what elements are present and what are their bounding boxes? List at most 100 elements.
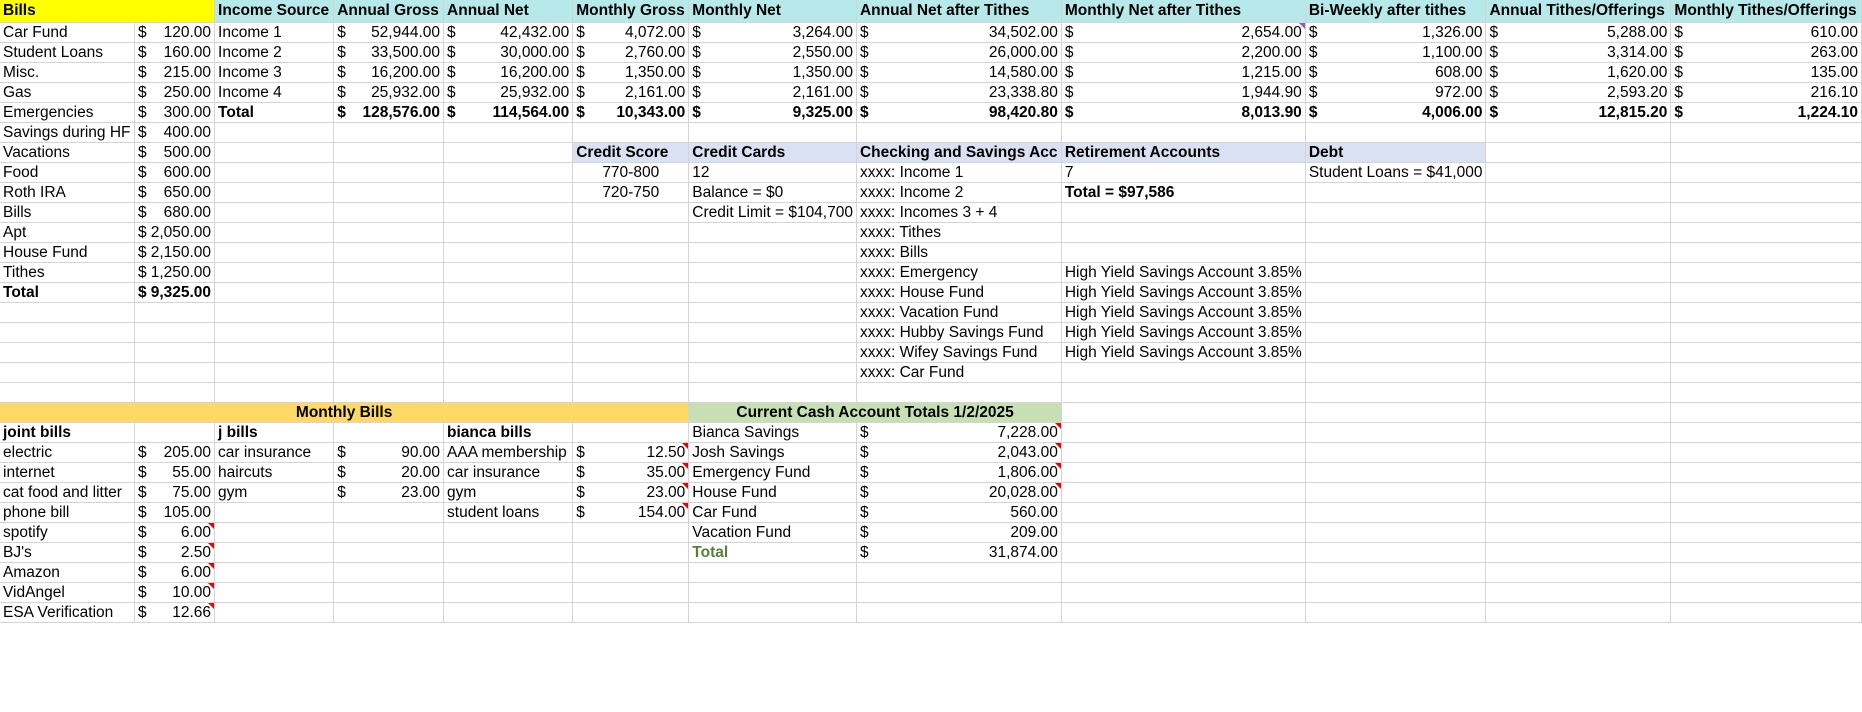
empty-cell[interactable]: [333, 562, 445, 583]
cash-totals-header[interactable]: Current Cash Account Totals 1/2/2025: [688, 402, 1062, 423]
empty-cell[interactable]: [1485, 122, 1672, 143]
empty-cell[interactable]: [572, 322, 690, 343]
empty-cell[interactable]: [1670, 242, 1862, 263]
empty-cell[interactable]: [1305, 522, 1487, 543]
empty-cell[interactable]: [572, 122, 690, 143]
income-value[interactable]: $12,815.20: [1485, 102, 1672, 123]
income-column-header[interactable]: Monthly Net: [688, 0, 857, 23]
checking-savings-header[interactable]: Checking and Savings Acc: [856, 142, 1062, 163]
empty-cell[interactable]: [333, 422, 445, 443]
comment-indicator-icon[interactable]: [1054, 423, 1061, 429]
bill-label[interactable]: Gas: [0, 82, 135, 103]
empty-cell[interactable]: [214, 242, 335, 263]
bianca-bills-header[interactable]: bianca bills: [443, 422, 574, 443]
comment-indicator-icon[interactable]: [1054, 443, 1061, 449]
bills-total-amount[interactable]: $9,325.00: [134, 282, 216, 303]
bill-amount[interactable]: $2,050.00: [134, 222, 216, 243]
income-column-header[interactable]: Monthly Tithes/Offerings: [1670, 0, 1862, 23]
joint-bill-amount[interactable]: $6.00: [134, 522, 216, 543]
comment-indicator-icon[interactable]: [1298, 23, 1305, 29]
j-bill-label[interactable]: car insurance: [214, 442, 335, 463]
credit-cards-header[interactable]: Credit Cards: [688, 142, 857, 163]
income-column-header[interactable]: Annual Gross: [333, 0, 445, 23]
empty-cell[interactable]: [214, 522, 335, 543]
empty-cell[interactable]: [1485, 422, 1672, 443]
empty-cell[interactable]: [1061, 542, 1306, 563]
cash-account-amount[interactable]: $2,043.00: [856, 442, 1062, 463]
credit-score-header[interactable]: Credit Score: [572, 142, 690, 163]
empty-cell[interactable]: [134, 342, 216, 363]
empty-cell[interactable]: [333, 542, 445, 563]
empty-cell[interactable]: [572, 282, 690, 303]
empty-cell[interactable]: [333, 282, 445, 303]
income-value[interactable]: $16,200.00: [443, 62, 574, 83]
income-value[interactable]: $2,200.00: [1061, 42, 1306, 63]
empty-cell[interactable]: [1485, 502, 1672, 523]
income-value[interactable]: $30,000.00: [443, 42, 574, 63]
empty-cell[interactable]: [1670, 362, 1862, 383]
income-column-header[interactable]: Monthly Net after Tithes: [1061, 0, 1306, 23]
joint-bill-label[interactable]: ESA Verification: [0, 602, 135, 623]
j-bill-amount[interactable]: $90.00: [333, 442, 445, 463]
income-column-header[interactable]: Annual Tithes/Offerings: [1485, 0, 1672, 23]
hysa-note[interactable]: High Yield Savings Account 3.85%: [1061, 282, 1306, 303]
empty-cell[interactable]: [134, 422, 216, 443]
empty-cell[interactable]: [688, 362, 857, 383]
income-value[interactable]: $128,576.00: [333, 102, 445, 123]
bill-label[interactable]: Tithes: [0, 262, 135, 283]
empty-cell[interactable]: [1670, 142, 1862, 163]
joint-bills-header[interactable]: joint bills: [0, 422, 135, 443]
empty-cell[interactable]: [443, 202, 574, 223]
empty-cell[interactable]: [333, 582, 445, 603]
empty-cell[interactable]: [1485, 242, 1672, 263]
empty-cell[interactable]: [443, 142, 574, 163]
empty-cell[interactable]: [214, 302, 335, 323]
empty-cell[interactable]: [1485, 282, 1672, 303]
income-value[interactable]: $98,420.80: [856, 102, 1062, 123]
empty-cell[interactable]: [572, 522, 690, 543]
empty-cell[interactable]: [1305, 322, 1487, 343]
income-value[interactable]: $1,326.00: [1305, 22, 1487, 43]
cash-total-amount[interactable]: $31,874.00: [856, 542, 1062, 563]
empty-cell[interactable]: [1485, 342, 1672, 363]
empty-cell[interactable]: [214, 362, 335, 383]
cash-account-label[interactable]: Emergency Fund: [688, 462, 857, 483]
bill-label[interactable]: Vacations: [0, 142, 135, 163]
empty-cell[interactable]: [1670, 542, 1862, 563]
joint-bill-amount[interactable]: $55.00: [134, 462, 216, 483]
income-value[interactable]: $1,620.00: [1485, 62, 1672, 83]
retirement-count[interactable]: 7: [1061, 162, 1306, 183]
bill-amount[interactable]: $1,250.00: [134, 262, 216, 283]
empty-cell[interactable]: [1061, 122, 1306, 143]
empty-cell[interactable]: [134, 322, 216, 343]
hysa-note[interactable]: High Yield Savings Account 3.85%: [1061, 342, 1306, 363]
empty-cell[interactable]: [1305, 182, 1487, 203]
empty-cell[interactable]: [1061, 382, 1306, 403]
comment-indicator-icon[interactable]: [1054, 463, 1061, 469]
income-value[interactable]: $25,932.00: [443, 82, 574, 103]
empty-cell[interactable]: [1670, 202, 1862, 223]
empty-cell[interactable]: [1305, 562, 1487, 583]
empty-cell[interactable]: [1485, 142, 1672, 163]
bill-amount[interactable]: $650.00: [134, 182, 216, 203]
bill-label[interactable]: Misc.: [0, 62, 135, 83]
debt-item[interactable]: Student Loans = $41,000: [1305, 162, 1487, 183]
checking-account-item[interactable]: xxxx: Tithes: [856, 222, 1062, 243]
empty-cell[interactable]: [214, 202, 335, 223]
empty-cell[interactable]: [688, 342, 857, 363]
income-value[interactable]: $10,343.00: [572, 102, 690, 123]
empty-cell[interactable]: [572, 562, 690, 583]
joint-bill-amount[interactable]: $12.66: [134, 602, 216, 623]
joint-bill-label[interactable]: Amazon: [0, 562, 135, 583]
empty-cell[interactable]: [1670, 502, 1862, 523]
income-value[interactable]: $42,432.00: [443, 22, 574, 43]
empty-cell[interactable]: [333, 242, 445, 263]
bills-header[interactable]: Bills: [0, 0, 216, 23]
income-column-header[interactable]: Monthly Gross: [572, 0, 690, 23]
bill-label[interactable]: Emergencies: [0, 102, 135, 123]
empty-cell[interactable]: [1305, 542, 1487, 563]
empty-cell[interactable]: [1305, 502, 1487, 523]
cash-account-amount[interactable]: $560.00: [856, 502, 1062, 523]
bills-total-label[interactable]: Total: [0, 282, 135, 303]
empty-cell[interactable]: [443, 222, 574, 243]
